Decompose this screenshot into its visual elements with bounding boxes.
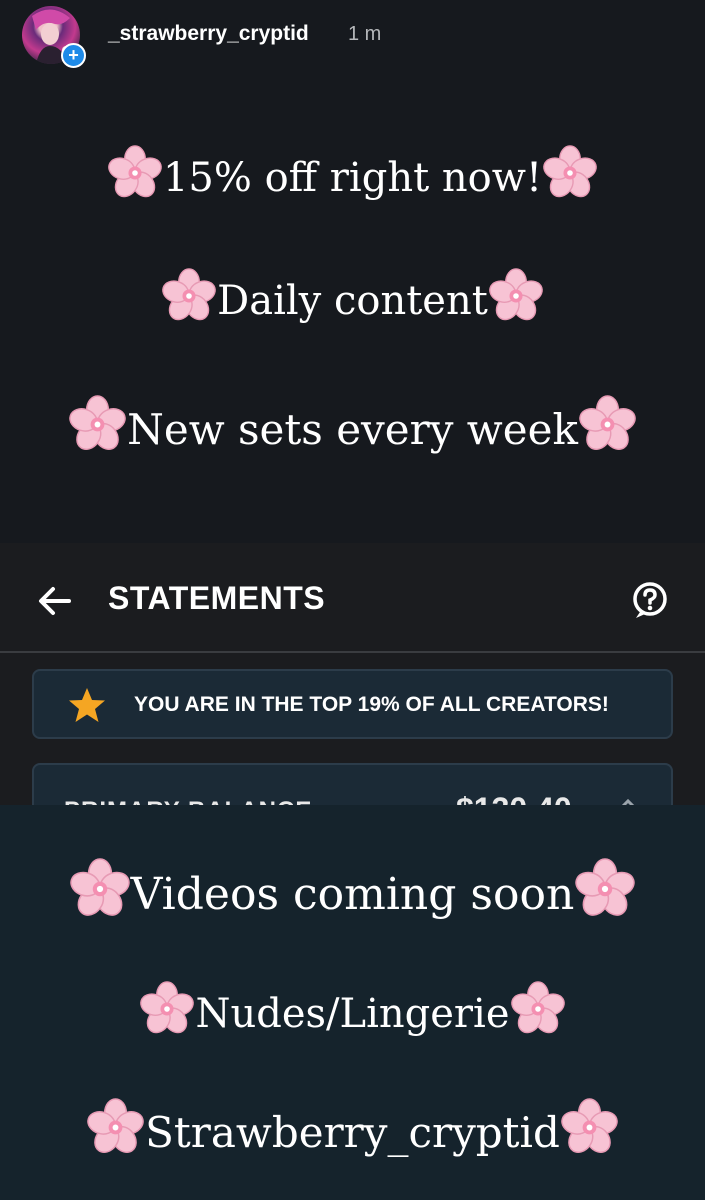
promo-line-handle: Strawberry_cryptid bbox=[0, 1098, 705, 1167]
top-creator-banner: YOU ARE IN THE TOP 19% OF ALL CREATORS! bbox=[32, 669, 673, 739]
promo-line-discount: 15% off right now! bbox=[0, 145, 705, 211]
promo-text: Daily content bbox=[217, 278, 488, 324]
cherry-blossom-icon bbox=[161, 268, 217, 334]
cherry-blossom-icon bbox=[542, 145, 598, 211]
promo-text: Nudes/Lingerie bbox=[195, 991, 510, 1037]
cherry-blossom-icon bbox=[68, 395, 127, 464]
cherry-blossom-icon bbox=[69, 858, 131, 931]
promo-line-daily: Daily content bbox=[0, 268, 705, 334]
statements-screenshot: STATEMENTS YOU ARE IN THE TOP 19% OF ALL… bbox=[0, 543, 705, 823]
promo-text: New sets every week bbox=[127, 405, 578, 454]
statements-header: STATEMENTS bbox=[0, 543, 705, 653]
cherry-blossom-icon bbox=[510, 981, 566, 1047]
promo-line-videos: Videos coming soon bbox=[0, 858, 705, 931]
promo-line-nudes: Nudes/Lingerie bbox=[0, 981, 705, 1047]
promo-text: Strawberry_cryptid bbox=[145, 1108, 560, 1157]
banner-text: YOU ARE IN THE TOP 19% OF ALL CREATORS! bbox=[134, 693, 609, 716]
cherry-blossom-icon bbox=[86, 1098, 145, 1167]
back-arrow-icon[interactable] bbox=[36, 582, 74, 625]
promo-text: 15% off right now! bbox=[162, 155, 543, 201]
help-icon[interactable] bbox=[630, 581, 670, 626]
cherry-blossom-icon bbox=[488, 268, 544, 334]
cherry-blossom-icon bbox=[574, 858, 636, 931]
star-icon bbox=[68, 687, 106, 728]
promo-line-sets: New sets every week bbox=[0, 395, 705, 464]
cherry-blossom-icon bbox=[107, 145, 163, 211]
page-title: STATEMENTS bbox=[108, 580, 326, 616]
story-time: 1 m bbox=[348, 23, 382, 45]
cherry-blossom-icon bbox=[578, 395, 637, 464]
story-username[interactable]: _strawberry_cryptid bbox=[108, 22, 309, 46]
cherry-blossom-icon bbox=[560, 1098, 619, 1167]
story-header: + _strawberry_cryptid 1 m bbox=[0, 0, 705, 80]
promo-text: Videos coming soon bbox=[130, 869, 575, 920]
add-story-badge[interactable]: + bbox=[61, 43, 86, 68]
cherry-blossom-icon bbox=[139, 981, 195, 1047]
